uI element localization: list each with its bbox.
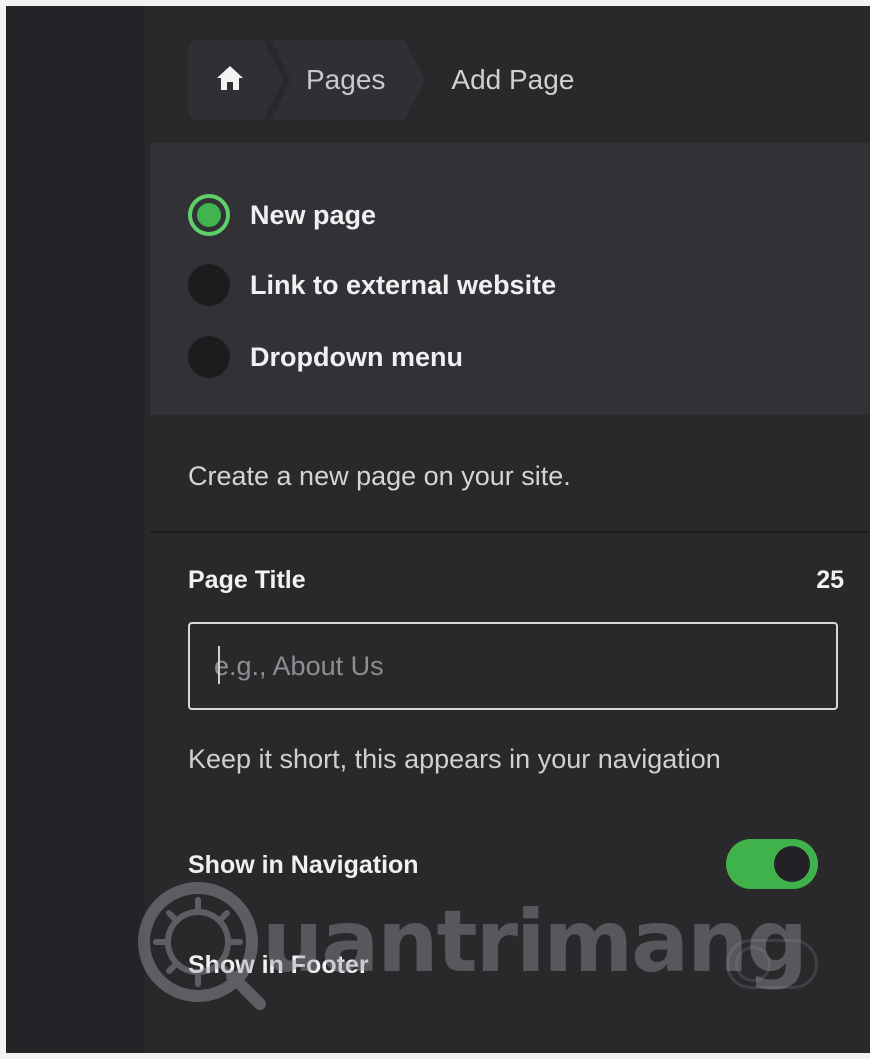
page-title-input[interactable] [188,622,838,710]
page-title-hint: Keep it short, this appears in your navi… [188,744,721,774]
radio-label: Dropdown menu [250,341,463,372]
radio-external-link[interactable]: Link to external website [188,263,556,307]
radio-unselected-indicator[interactable] [188,264,230,306]
left-sidebar [6,6,146,1053]
breadcrumb: Pages Add Page [188,40,574,120]
app-frame: Pages Add Page New page Link to external… [0,0,870,1059]
toggle-knob [774,846,810,882]
show-in-navigation-toggle[interactable] [726,839,818,889]
breadcrumb-home[interactable] [188,40,284,120]
home-icon [216,65,244,96]
char-count: 25 [816,566,844,594]
radio-dropdown-menu[interactable]: Dropdown menu [188,335,463,379]
breadcrumb-current: Add Page [451,64,575,95]
show-in-footer-label: Show in Footer [188,951,369,979]
radio-unselected-indicator[interactable] [188,336,230,378]
section-divider [150,531,870,533]
page-type-options: New page Link to external website Dropdo… [150,143,870,415]
radio-selected-indicator[interactable] [188,194,230,236]
radio-label: New page [250,199,377,230]
app-window: Pages Add Page New page Link to external… [6,6,870,1053]
page-title-label: Page Title [188,566,306,594]
show-in-footer-toggle[interactable] [726,939,818,989]
radio-label: Link to external website [250,269,557,300]
text-caret [218,646,220,684]
toggle-knob [735,946,771,982]
radio-new-page[interactable]: New page [188,193,376,237]
show-in-navigation-label: Show in Navigation [188,851,419,879]
breadcrumb-pages[interactable]: Pages [272,40,426,120]
page-type-description: Create a new page on your site. [188,461,571,491]
add-page-panel: Pages Add Page New page Link to external… [146,6,870,1053]
